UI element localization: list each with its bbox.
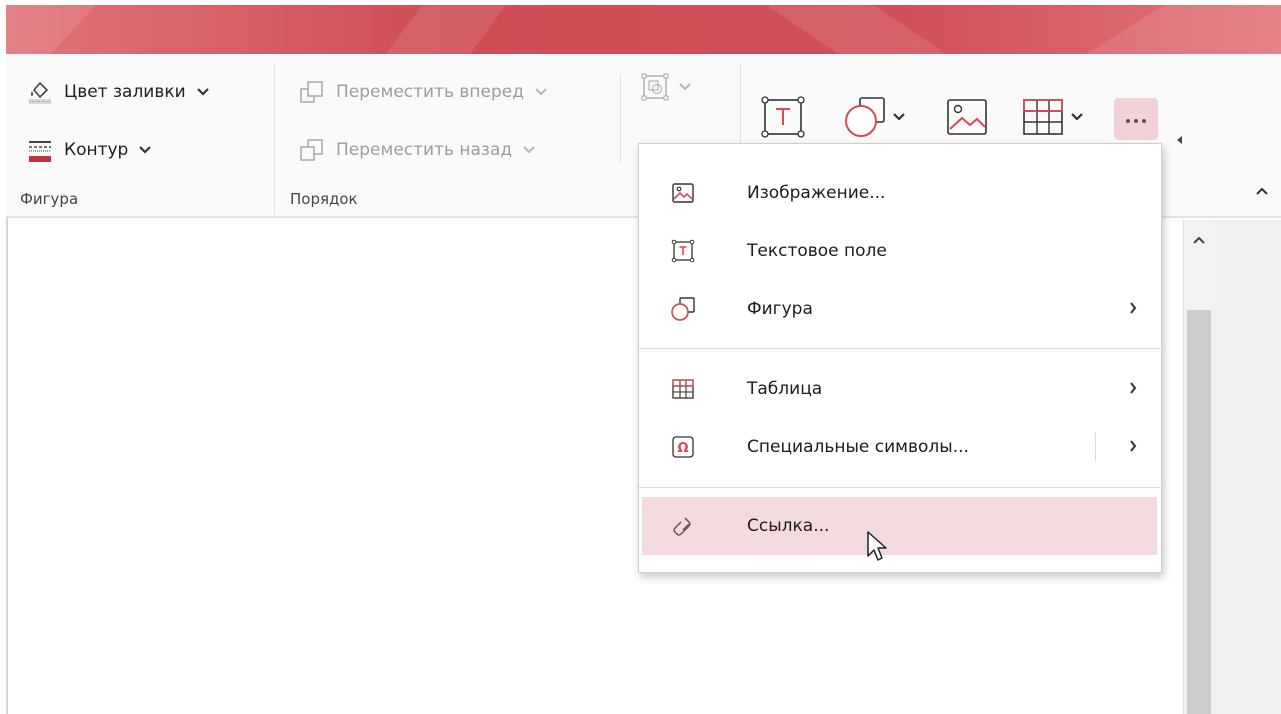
outline-button[interactable]: Контур <box>26 136 152 164</box>
collapse-ribbon-icon[interactable] <box>1255 184 1269 200</box>
menu-item-image[interactable]: Изображение... <box>639 164 1161 222</box>
chevron-down-icon[interactable] <box>522 145 536 155</box>
chevron-down-icon[interactable] <box>138 145 152 155</box>
group-divider <box>274 64 275 214</box>
insert-text-box-button[interactable] <box>760 94 806 140</box>
bring-forward-button[interactable]: Переместить вперед <box>298 78 548 106</box>
title-bar <box>6 5 1281 54</box>
image-icon <box>944 94 990 140</box>
fill-color-label: Цвет заливки <box>64 82 186 102</box>
fill-color-button[interactable]: Цвет заливки <box>26 78 210 106</box>
shape-icon <box>669 295 697 323</box>
menu-item-label: Текстовое поле <box>747 241 887 261</box>
scrollbar-thumb[interactable] <box>1187 310 1211 714</box>
paint-bucket-icon <box>26 78 54 106</box>
submenu-arrow-icon <box>1129 300 1137 318</box>
table-icon <box>1020 94 1066 140</box>
send-backward-label: Переместить назад <box>336 140 513 160</box>
chevron-down-icon[interactable] <box>892 112 906 122</box>
scroll-ribbon-left-icon[interactable] <box>1176 130 1184 149</box>
menu-item-label: Фигура <box>747 299 813 319</box>
chevron-down-icon[interactable] <box>534 87 548 97</box>
menu-item-text-box[interactable]: Текстовое поле <box>639 222 1161 280</box>
menu-item-label: Ссылка... <box>747 516 830 536</box>
menu-item-label: Изображение... <box>747 183 886 203</box>
table-icon <box>669 375 697 403</box>
menu-item-special-characters[interactable]: Ω Специальные символы... <box>639 418 1161 476</box>
shape-icon <box>842 94 888 140</box>
right-panel-gutter <box>1214 220 1281 714</box>
insert-shape-button[interactable] <box>842 94 906 140</box>
bring-forward-label: Переместить вперед <box>336 82 524 102</box>
outline-label: Контур <box>64 140 129 160</box>
chevron-down-icon[interactable] <box>678 82 692 92</box>
group-label-order: Порядок <box>290 190 358 208</box>
send-backward-button[interactable]: Переместить назад <box>298 136 536 164</box>
outline-color-icon <box>26 136 54 164</box>
vertical-scrollbar[interactable] <box>1183 220 1214 714</box>
menu-separator <box>639 348 1161 349</box>
group-label-shape: Фигура <box>20 190 79 208</box>
group-objects-button[interactable] <box>640 72 692 102</box>
insert-table-button[interactable] <box>1020 94 1084 140</box>
menu-separator <box>639 487 1161 488</box>
group-objects-icon <box>640 72 670 102</box>
text-box-icon <box>669 237 697 265</box>
insert-image-button[interactable] <box>944 94 990 140</box>
text-box-icon <box>760 94 806 140</box>
submenu-arrow-icon[interactable] <box>1129 438 1137 456</box>
group-divider <box>620 74 621 164</box>
bring-forward-icon <box>298 78 326 106</box>
send-backward-icon <box>298 136 326 164</box>
more-insert-button[interactable] <box>1114 98 1158 140</box>
chevron-down-icon[interactable] <box>1070 112 1084 122</box>
link-icon <box>669 512 697 540</box>
title-bar-decoration <box>1086 5 1281 54</box>
split-divider <box>1095 433 1096 461</box>
title-bar-decoration <box>6 5 96 54</box>
title-bar-decoration <box>766 5 946 54</box>
menu-item-link[interactable]: Ссылка... <box>642 497 1157 555</box>
more-dots-icon <box>1124 110 1148 129</box>
document-border <box>6 218 8 714</box>
svg-text:Ω: Ω <box>677 441 688 456</box>
menu-item-table[interactable]: Таблица <box>639 360 1161 418</box>
menu-item-shape[interactable]: Фигура <box>639 280 1161 338</box>
menu-item-label: Специальные символы... <box>747 437 969 457</box>
mouse-cursor-icon <box>866 530 888 568</box>
title-bar-decoration <box>386 5 506 54</box>
chevron-down-icon[interactable] <box>196 87 210 97</box>
omega-icon: Ω <box>669 433 697 461</box>
scroll-up-icon[interactable] <box>1192 230 1206 249</box>
menu-item-label: Таблица <box>747 379 823 399</box>
insert-more-menu: Изображение... Текстовое поле Фигура Таб… <box>638 143 1162 573</box>
image-icon <box>669 179 697 207</box>
submenu-arrow-icon <box>1129 380 1137 398</box>
